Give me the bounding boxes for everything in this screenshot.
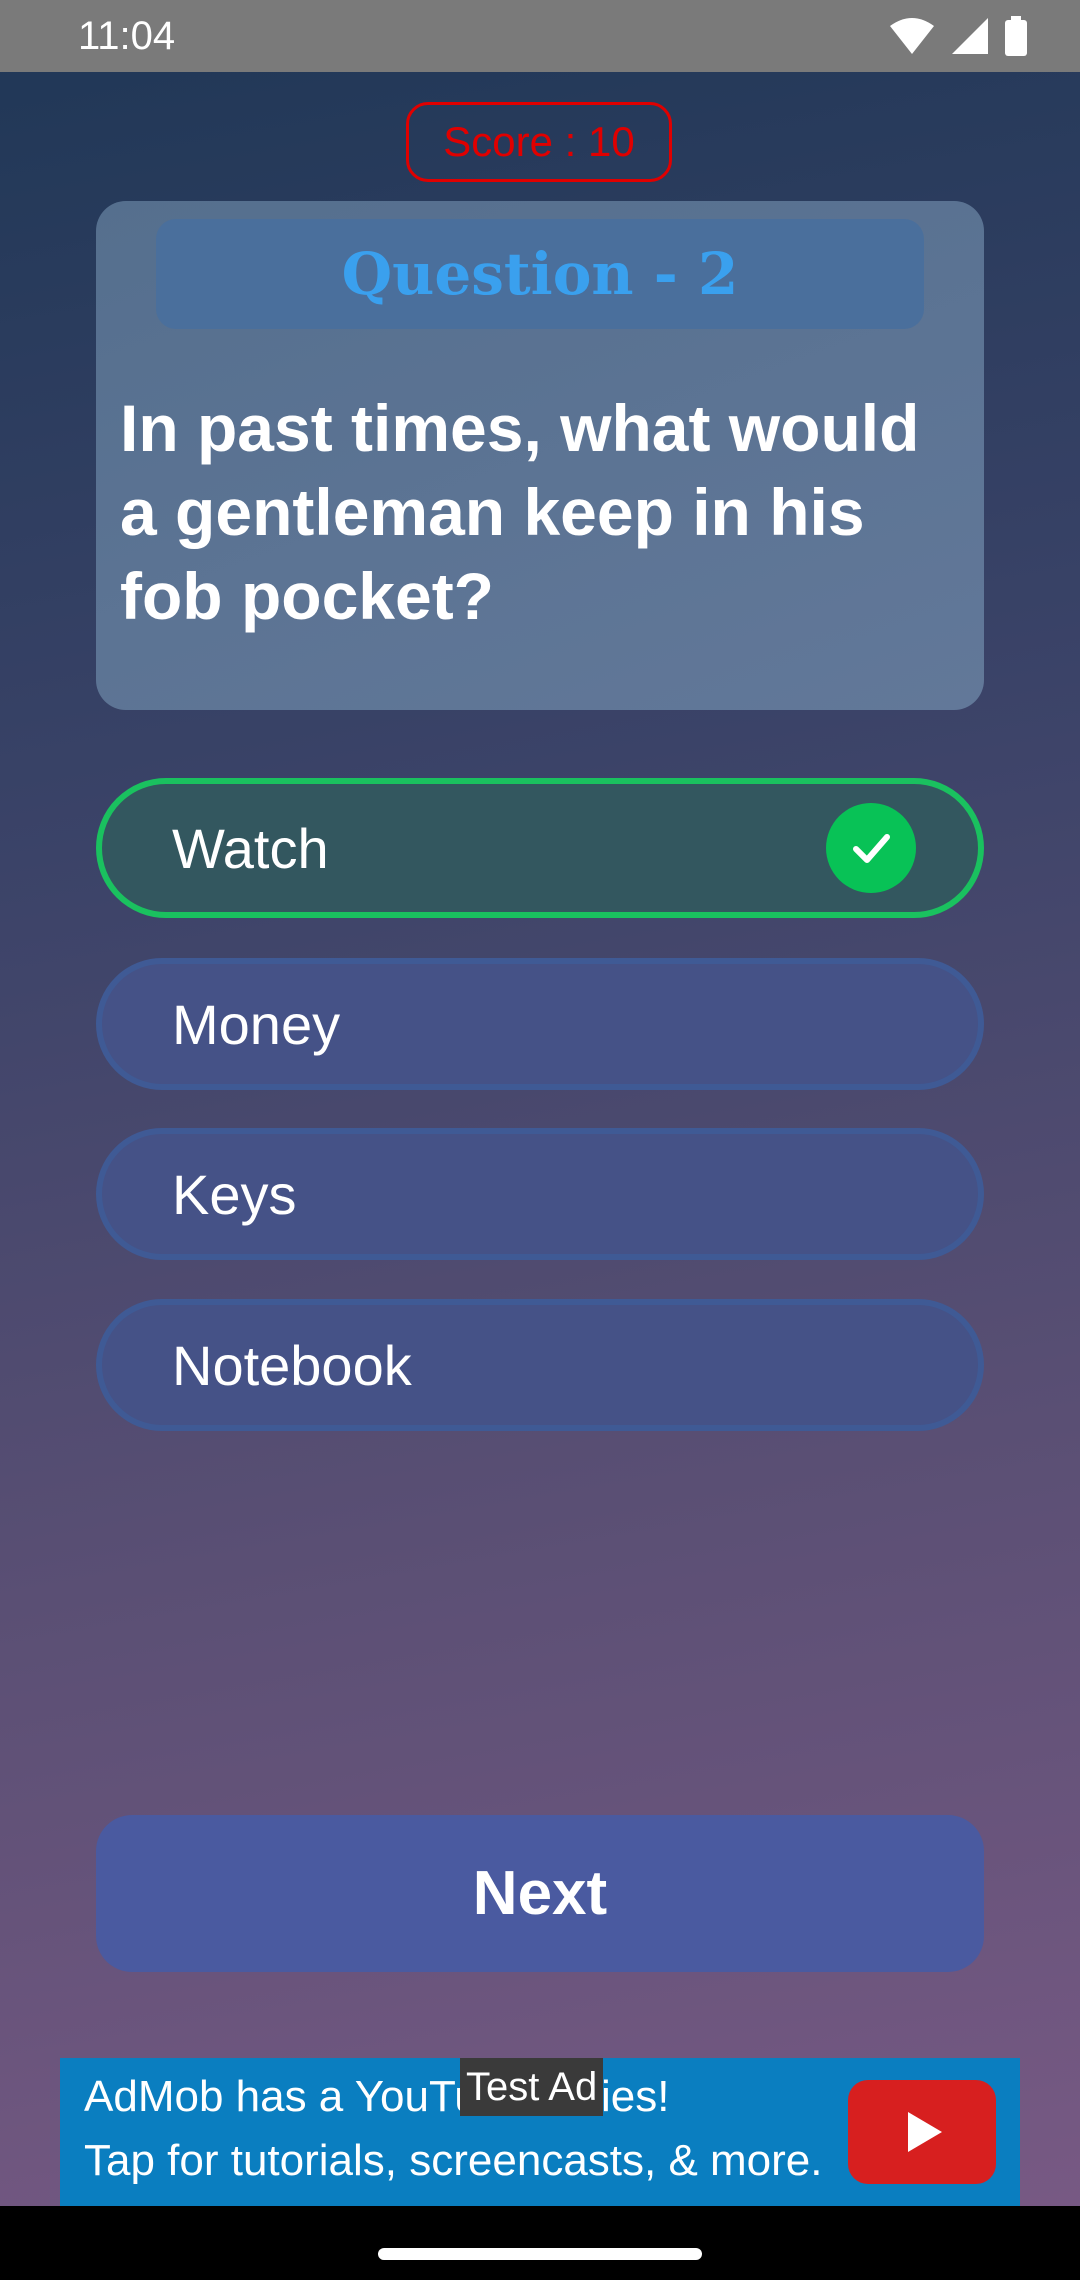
signal-icon xyxy=(950,16,990,61)
score-badge: Score : 10 xyxy=(406,102,672,182)
answer-option-keys[interactable]: Keys xyxy=(96,1128,984,1260)
status-bar: 11:04 xyxy=(0,0,1080,72)
answer-option-watch[interactable]: Watch xyxy=(96,778,984,918)
answer-option-notebook[interactable]: Notebook xyxy=(96,1299,984,1431)
answer-option-label: Watch xyxy=(172,816,329,880)
question-text: In past times, what would a gentleman ke… xyxy=(120,391,920,633)
ad-text-line2: Tap for tutorials, screencasts, & more. xyxy=(84,2136,823,2185)
answer-option-label: Keys xyxy=(172,1162,297,1226)
answer-option-money[interactable]: Money xyxy=(96,958,984,1090)
status-time: 11:04 xyxy=(78,14,176,58)
battery-icon xyxy=(1004,16,1028,61)
ad-banner[interactable]: AdMob has a YouTube series! Tap for tuto… xyxy=(60,2058,1020,2206)
wifi-icon xyxy=(888,16,936,61)
navigation-bar xyxy=(0,2206,1080,2280)
question-number: Question - 2 xyxy=(156,219,924,329)
answer-option-label: Money xyxy=(172,992,341,1056)
answer-option-label: Notebook xyxy=(172,1333,412,1397)
home-gesture-handle[interactable] xyxy=(378,2248,702,2260)
test-ad-label: Test Ad xyxy=(460,2058,604,2116)
next-button[interactable]: Next xyxy=(96,1815,984,1972)
youtube-play-icon[interactable] xyxy=(848,2080,996,2184)
checkmark-icon xyxy=(826,803,916,893)
question-card: Question - 2 In past times, what would a… xyxy=(96,201,984,710)
status-icons xyxy=(888,16,1028,61)
